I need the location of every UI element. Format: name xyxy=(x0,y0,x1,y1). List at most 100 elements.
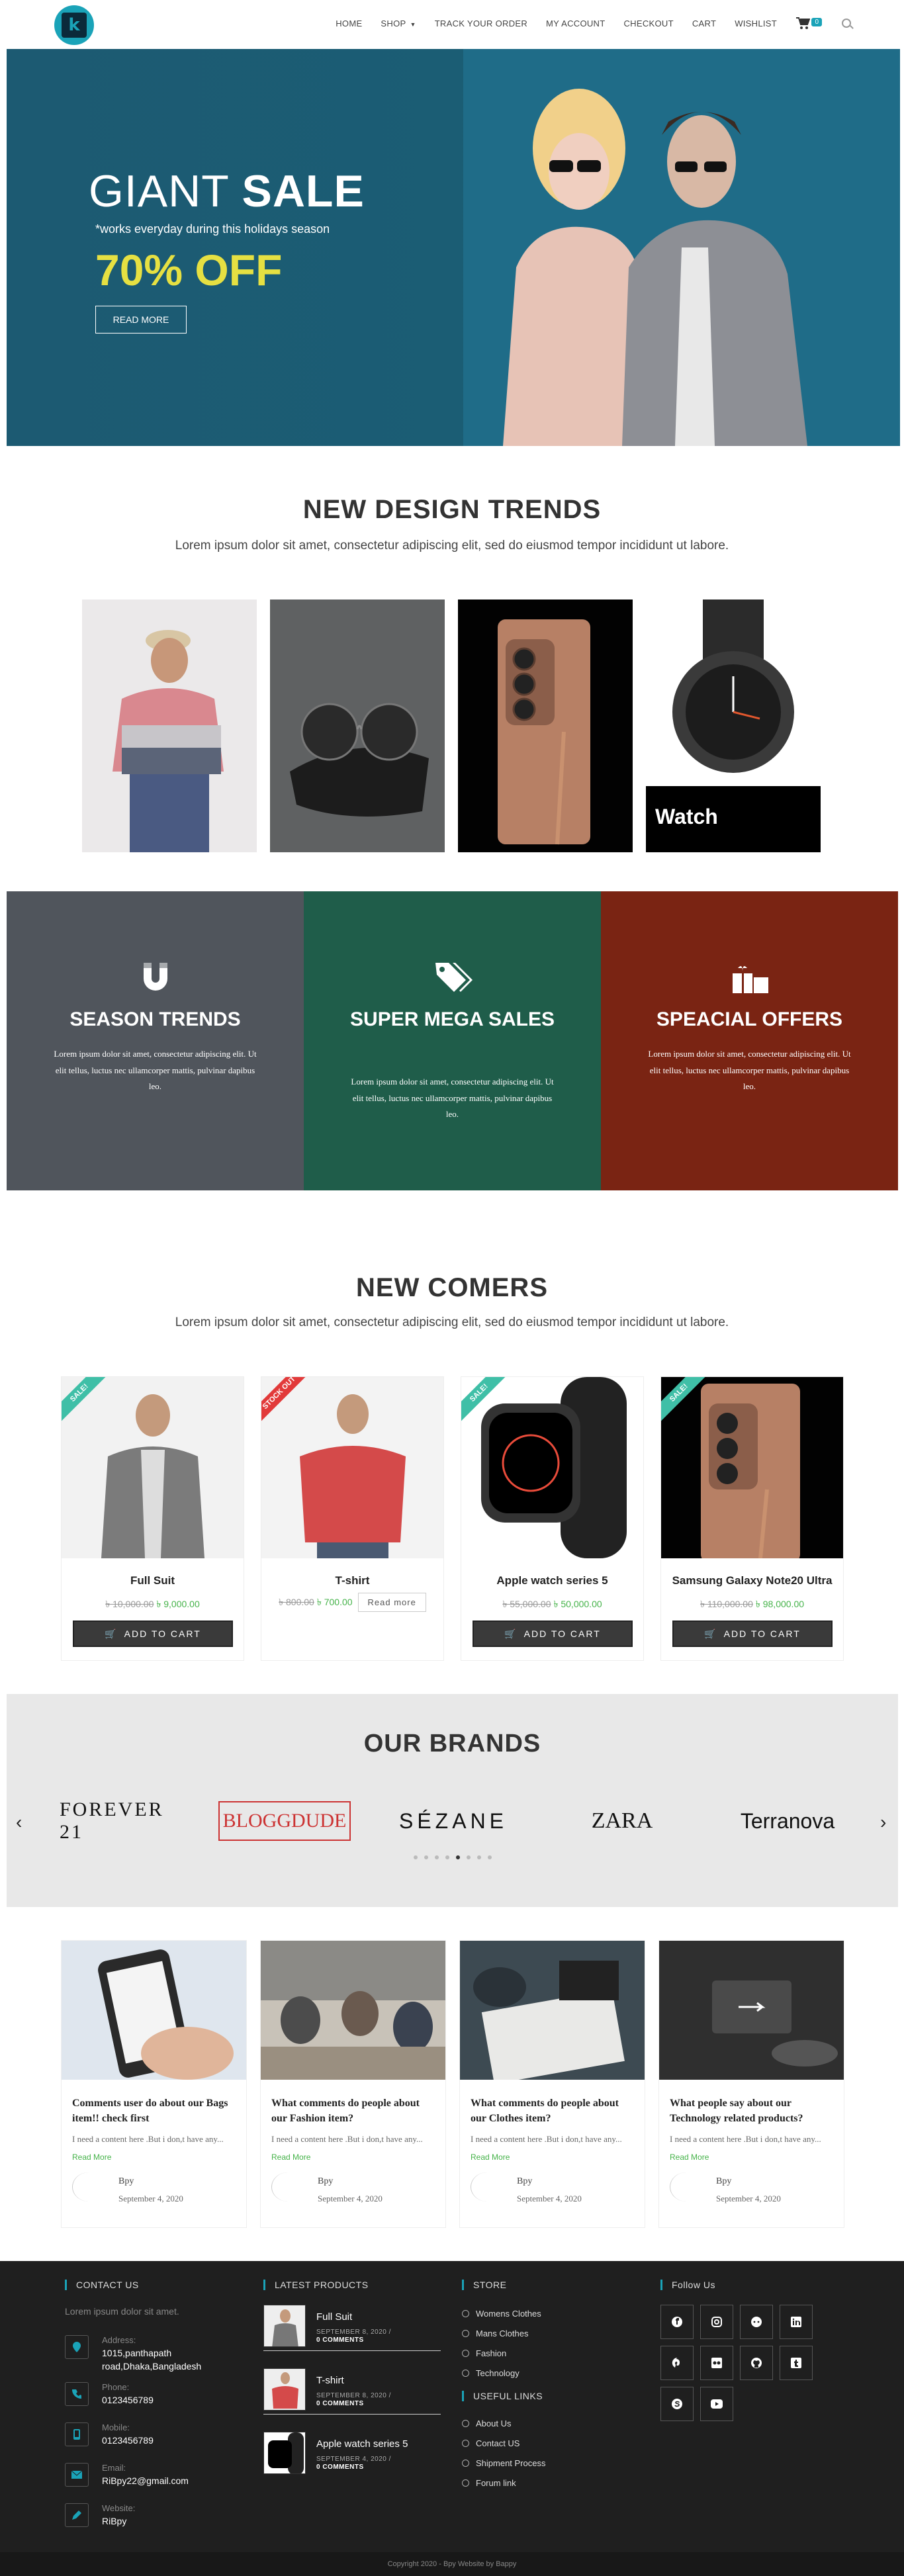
nav-wishlist[interactable]: WISHLIST xyxy=(735,19,777,28)
product-image[interactable]: SALE! xyxy=(62,1377,244,1558)
store-link-womens-clothes[interactable]: Womens Clothes xyxy=(462,2309,541,2319)
blog-card[interactable]: What people say about our Technology rel… xyxy=(658,1940,844,2228)
brand-terranova[interactable]: Terranova xyxy=(715,1801,860,1841)
latest-product-thumb[interactable] xyxy=(263,2305,306,2347)
latest-product-comments[interactable]: 0 COMMENTS xyxy=(316,2336,364,2344)
product-image[interactable]: SALE! xyxy=(661,1377,843,1558)
add-to-cart-button[interactable]: 🛒 ADD TO CART xyxy=(473,1621,633,1647)
latest-product-item[interactable]: Apple watch series 5 SEPTEMBER 4, 2020 /… xyxy=(263,2432,441,2478)
github-icon[interactable] xyxy=(740,2346,773,2380)
add-to-cart-button[interactable]: 🛒 ADD TO CART xyxy=(672,1621,833,1647)
instagram-icon[interactable] xyxy=(700,2305,733,2339)
carousel-dot[interactable] xyxy=(434,1855,439,1859)
blog-title[interactable]: What people say about our Technology rel… xyxy=(670,2096,835,2126)
linkedin-icon[interactable] xyxy=(780,2305,813,2339)
latest-product-name[interactable]: T-shirt xyxy=(316,2375,344,2386)
contact-value[interactable]: 0123456789 xyxy=(102,2434,254,2448)
trend-tile-sunglasses[interactable] xyxy=(270,600,445,852)
chevron-right-icon[interactable]: › xyxy=(880,1812,886,1833)
product-card[interactable]: SALE! Apple watch series 5 ৳ 55,000.00 ৳ … xyxy=(461,1376,644,1661)
useful-link-shipment[interactable]: Shipment Process xyxy=(462,2458,546,2468)
latest-product-thumb[interactable] xyxy=(263,2432,306,2474)
latest-product-name[interactable]: Full Suit xyxy=(316,2311,352,2323)
product-name[interactable]: Full Suit xyxy=(62,1574,244,1587)
skype-icon[interactable] xyxy=(660,2387,694,2421)
blog-image[interactable] xyxy=(62,1941,246,2080)
latest-product-comments[interactable]: 0 COMMENTS xyxy=(316,2464,364,2471)
brand-bloggdude[interactable]: BLOGGDUDE xyxy=(218,1801,351,1841)
useful-link-forum[interactable]: Forum link xyxy=(462,2478,516,2488)
add-to-cart-button[interactable]: 🛒 ADD TO CART xyxy=(73,1621,233,1647)
nav-cart[interactable]: CART xyxy=(692,19,716,28)
blog-image[interactable] xyxy=(460,1941,645,2080)
blog-title[interactable]: What comments do people about our Clothe… xyxy=(471,2096,636,2126)
carousel-dot[interactable] xyxy=(445,1855,449,1859)
cart-icon[interactable]: 0 xyxy=(795,17,822,30)
blog-author[interactable]: Bpy xyxy=(517,2176,532,2187)
chevron-left-icon[interactable]: ‹ xyxy=(16,1812,22,1833)
nav-track-order[interactable]: TRACK YOUR ORDER xyxy=(435,19,527,28)
blog-read-more-link[interactable]: Read More xyxy=(271,2153,310,2162)
useful-link-about[interactable]: About Us xyxy=(462,2419,511,2428)
blog-author[interactable]: Bpy xyxy=(118,2176,134,2187)
useful-link-contact[interactable]: Contact US xyxy=(462,2438,520,2448)
product-image[interactable]: SALE! xyxy=(461,1377,643,1558)
blog-title[interactable]: What comments do people about our Fashio… xyxy=(271,2096,437,2126)
blog-read-more-link[interactable]: Read More xyxy=(471,2153,510,2162)
trend-tile-watch[interactable]: Watch xyxy=(646,600,821,852)
latest-product-item[interactable]: T-shirt SEPTEMBER 8, 2020 / 0 COMMENTS xyxy=(263,2368,441,2415)
search-icon[interactable] xyxy=(842,19,851,28)
product-card[interactable]: SALE! Samsung Galaxy Note20 Ultra ৳ 110,… xyxy=(660,1376,844,1661)
product-image[interactable]: STOCK OUT xyxy=(261,1377,443,1558)
latest-product-name[interactable]: Apple watch series 5 xyxy=(316,2438,408,2450)
product-name[interactable]: Samsung Galaxy Note20 Ultra xyxy=(661,1574,843,1587)
nav-home[interactable]: HOME xyxy=(336,19,362,28)
read-more-button[interactable]: Read more xyxy=(357,1593,426,1612)
store-link-mans-clothes[interactable]: Mans Clothes xyxy=(462,2329,528,2338)
blog-card[interactable]: Comments user do about our Bags item!! c… xyxy=(61,1940,247,2228)
blog-card[interactable]: What comments do people about our Fashio… xyxy=(260,1940,446,2228)
carousel-dot-active[interactable] xyxy=(455,1855,460,1859)
product-name[interactable]: Apple watch series 5 xyxy=(461,1574,643,1587)
reddit-icon[interactable] xyxy=(740,2305,773,2339)
latest-product-comments[interactable]: 0 COMMENTS xyxy=(316,2400,364,2407)
store-link-technology[interactable]: Technology xyxy=(462,2368,520,2378)
youtube-icon[interactable] xyxy=(700,2387,733,2421)
store-link-fashion[interactable]: Fashion xyxy=(462,2348,506,2358)
tumblr-icon[interactable] xyxy=(780,2346,813,2380)
blog-image[interactable] xyxy=(261,1941,445,2080)
carousel-dot[interactable] xyxy=(424,1855,428,1859)
blog-read-more-link[interactable]: Read More xyxy=(72,2153,111,2162)
carousel-dot[interactable] xyxy=(466,1855,471,1859)
blog-author[interactable]: Bpy xyxy=(318,2176,333,2187)
nav-my-account[interactable]: MY ACCOUNT xyxy=(546,19,605,28)
brand-sezane[interactable]: SÉZANE xyxy=(390,1801,516,1841)
contact-value[interactable]: RiBpy xyxy=(102,2515,254,2528)
brand-forever21[interactable]: FOREVER 21 xyxy=(60,1799,185,1843)
contact-value[interactable]: 0123456789 xyxy=(102,2394,254,2407)
blog-card[interactable]: What comments do people about our Clothe… xyxy=(459,1940,645,2228)
brand-zara[interactable]: ZARA xyxy=(569,1801,675,1841)
trend-tile-tshirt[interactable] xyxy=(82,600,257,852)
product-card[interactable]: SALE! Full Suit ৳ 10,000.00 ৳ 9,000.00 🛒 A… xyxy=(61,1376,244,1661)
product-name[interactable]: T-shirt xyxy=(261,1574,443,1587)
nav-shop[interactable]: SHOP ▼ xyxy=(381,19,416,28)
trend-tile-phone[interactable] xyxy=(458,600,633,852)
facebook-icon[interactable] xyxy=(660,2305,694,2339)
blog-author[interactable]: Bpy xyxy=(716,2176,731,2187)
flickr-icon[interactable] xyxy=(700,2346,733,2380)
hero-read-more-button[interactable]: READ MORE xyxy=(95,306,187,333)
latest-product-item[interactable]: Full Suit SEPTEMBER 8, 2020 / 0 COMMENTS xyxy=(263,2305,441,2351)
carousel-dot[interactable] xyxy=(413,1855,418,1859)
pinterest-icon[interactable] xyxy=(660,2346,694,2380)
blog-read-more-link[interactable]: Read More xyxy=(670,2153,709,2162)
site-logo[interactable]: k xyxy=(54,5,94,45)
carousel-dot[interactable] xyxy=(476,1855,481,1859)
blog-image[interactable] xyxy=(659,1941,844,2080)
carousel-dot[interactable] xyxy=(487,1855,492,1859)
latest-product-thumb[interactable] xyxy=(263,2368,306,2411)
blog-title[interactable]: Comments user do about our Bags item!! c… xyxy=(72,2096,238,2126)
product-card[interactable]: STOCK OUT T-shirt ৳ 800.00 ৳ 700.00 Read m… xyxy=(261,1376,444,1661)
nav-checkout[interactable]: CHECKOUT xyxy=(623,19,673,28)
contact-value[interactable]: RiBpy22@gmail.com xyxy=(102,2475,254,2488)
